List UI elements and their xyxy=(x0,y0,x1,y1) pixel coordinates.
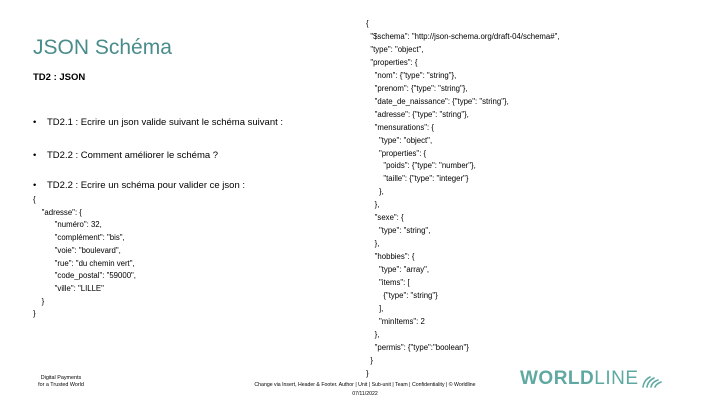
bullet-dot: • xyxy=(33,180,37,191)
bullet-text: TD2.1 : Ecrire un json valide suivant le… xyxy=(47,117,284,128)
footer-tagline-line1: Digital Payments xyxy=(40,375,82,381)
logo-text-bold: WORLD xyxy=(520,368,595,389)
logo-text: WORLDLINE xyxy=(520,368,639,390)
bullet-text: TD2.2 : Comment améliorer le schéma ? xyxy=(47,150,219,161)
footer-tagline: Digital Payments for a Trusted World xyxy=(30,375,92,389)
footer-date: 07/11/2022 xyxy=(352,391,378,397)
bullet-dot: • xyxy=(33,150,37,161)
slide: JSON Schéma TD2 : JSON • TD2.1 : Ecrire … xyxy=(0,0,720,405)
slide-title: JSON Schéma xyxy=(33,36,172,59)
worldline-logo: WORLDLINE xyxy=(520,368,663,390)
slide-subtitle: TD2 : JSON xyxy=(33,72,86,83)
footer-legal: Change via Insert, Header & Footer. Auth… xyxy=(200,381,530,399)
logo-waves-icon xyxy=(641,376,662,388)
json-schema-code: { "$schema": "http://json-schema.org/dra… xyxy=(366,19,560,378)
json-example-code: { "adresse": { "numéro": 32, "complément… xyxy=(33,195,136,319)
logo-text-light: LINE xyxy=(594,368,639,389)
bullet-text: TD2.2 : Ecrire un schéma pour valider ce… xyxy=(47,180,246,191)
bullet-dot: • xyxy=(33,117,37,128)
footer-tagline-line2: for a Trusted World xyxy=(38,382,84,388)
footer-legal-text: Change via Insert, Header & Footer. Auth… xyxy=(254,382,476,388)
